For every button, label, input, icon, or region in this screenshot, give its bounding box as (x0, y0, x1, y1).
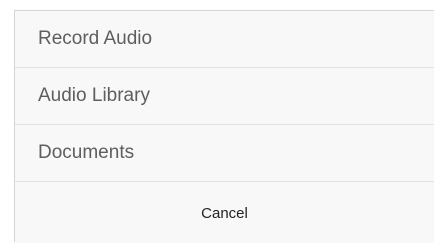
record-audio-option[interactable]: Record Audio (15, 11, 434, 68)
attachment-options-sheet: Record Audio Audio Library Documents Can… (14, 10, 434, 243)
audio-library-label: Audio Library (38, 85, 150, 106)
cancel-button[interactable]: Cancel (15, 183, 434, 243)
documents-label: Documents (38, 142, 135, 163)
cancel-label: Cancel (201, 204, 248, 222)
record-audio-label: Record Audio (38, 28, 153, 49)
audio-library-option[interactable]: Audio Library (15, 68, 434, 125)
documents-option[interactable]: Documents (15, 125, 434, 182)
screen: Record Audio Audio Library Documents Can… (0, 0, 434, 243)
